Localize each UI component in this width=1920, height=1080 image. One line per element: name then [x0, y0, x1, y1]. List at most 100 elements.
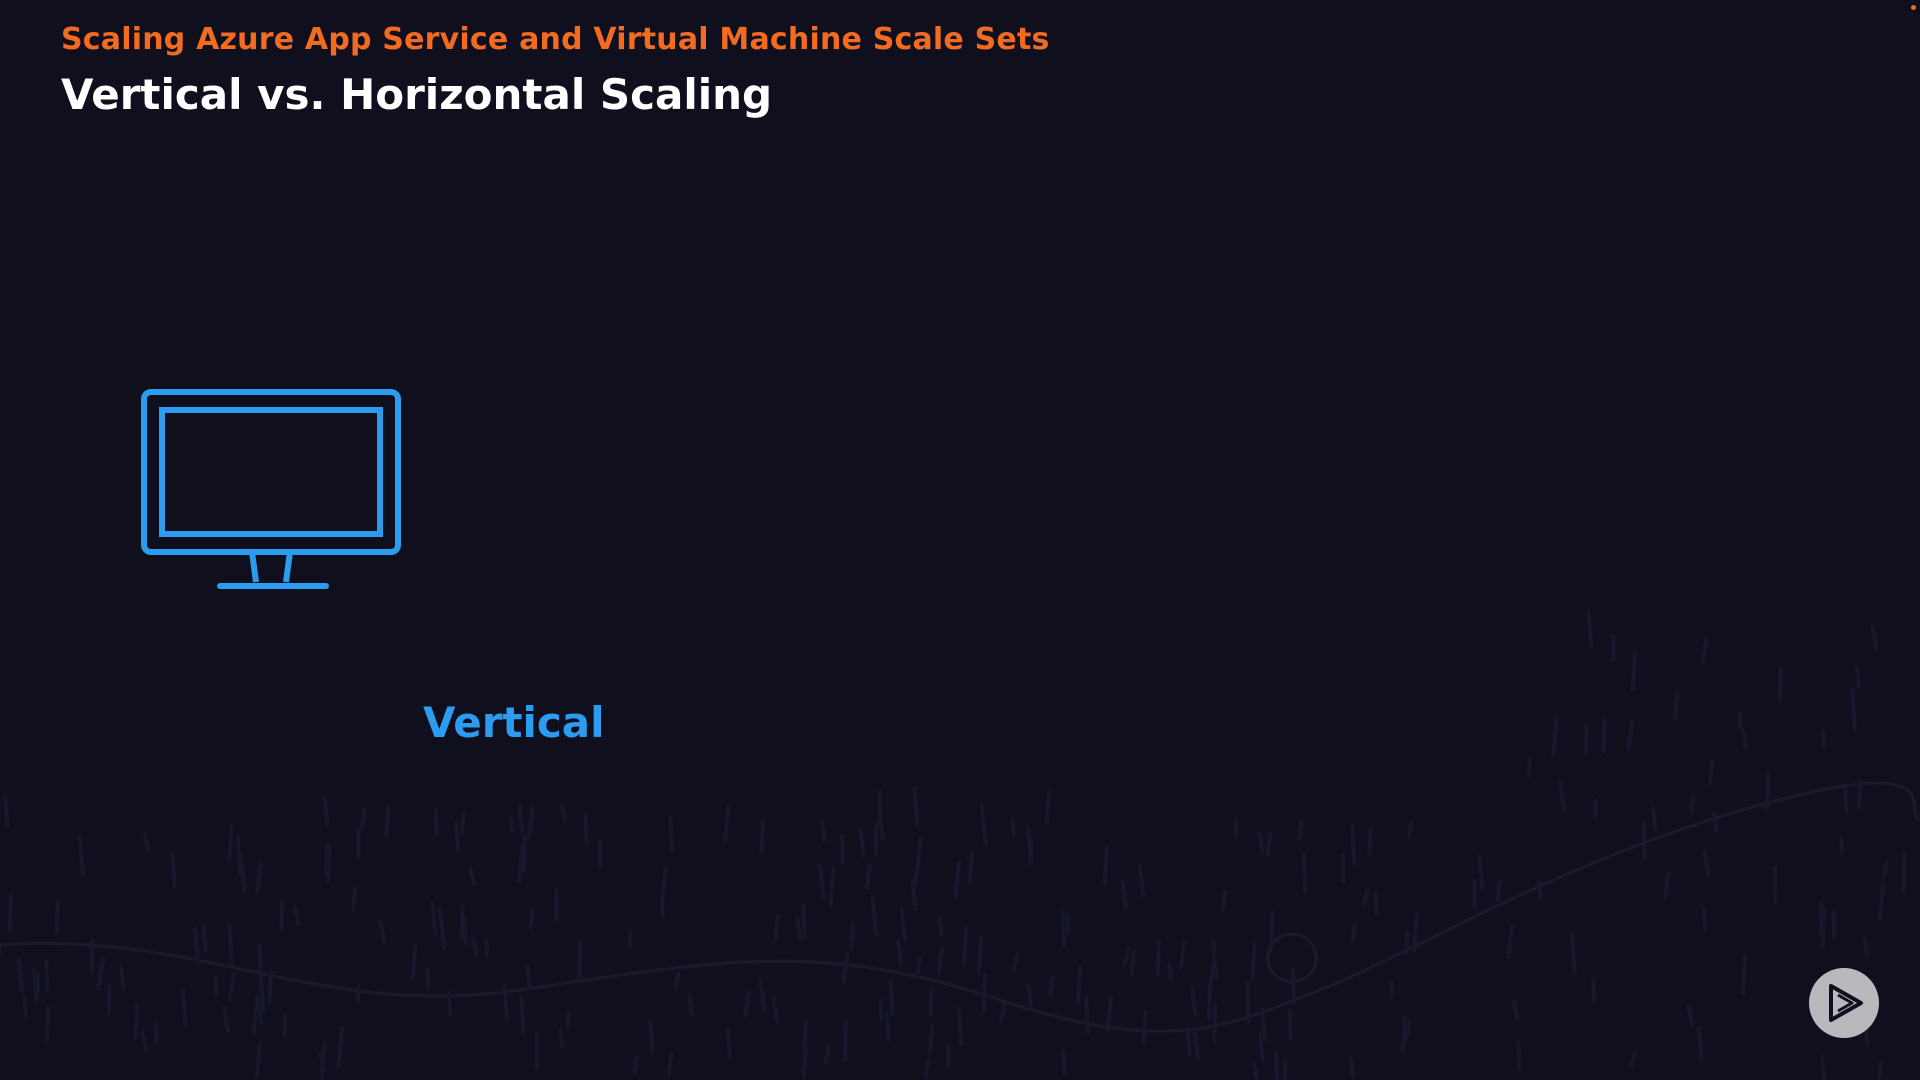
- background-dash: [238, 852, 247, 893]
- background-dash: [864, 863, 873, 890]
- background-dash: [1105, 995, 1113, 1033]
- background-dash: [254, 1041, 262, 1079]
- background-dash: [801, 903, 807, 939]
- background-dash: [1250, 942, 1257, 981]
- background-dash: [89, 939, 95, 975]
- background-dash: [454, 821, 461, 853]
- background-dash: [962, 925, 969, 967]
- background-dash: [1740, 952, 1747, 996]
- background-dash: [1601, 717, 1607, 754]
- background-dash: [1593, 798, 1598, 818]
- background-dash: [180, 988, 188, 1027]
- background-dash: [1026, 982, 1033, 1010]
- background-dash: [858, 827, 866, 858]
- background-dash: [438, 905, 446, 950]
- background-dash: [1629, 1049, 1637, 1069]
- background-dash: [359, 807, 367, 832]
- background-dash: [923, 1057, 931, 1080]
- background-dash: [841, 951, 850, 984]
- background-dash: [324, 842, 330, 875]
- background-dash: [1526, 756, 1533, 778]
- background-dash: [877, 805, 885, 841]
- background-dash: [1551, 714, 1559, 757]
- background-dash: [1122, 947, 1131, 968]
- background-dash: [1850, 688, 1857, 731]
- background-dash: [773, 914, 780, 943]
- background-dash: [319, 1041, 327, 1080]
- background-dash: [1206, 982, 1213, 1021]
- background-dash: [1282, 1057, 1288, 1080]
- background-dash: [292, 905, 301, 927]
- background-dash: [1084, 994, 1090, 1035]
- background-dash: [227, 823, 234, 863]
- background-dash: [884, 1010, 891, 1042]
- background-dash: [527, 805, 535, 841]
- background-dash: [22, 997, 28, 1019]
- background-dash: [801, 1045, 809, 1079]
- background-dash: [378, 918, 387, 945]
- background-dash: [1877, 1059, 1883, 1080]
- background-dash: [1877, 883, 1885, 921]
- background-dash: [1349, 1056, 1355, 1079]
- background-dash: [1411, 911, 1419, 955]
- background-dash: [201, 924, 208, 953]
- play-button[interactable]: [1809, 968, 1879, 1038]
- background-dash: [668, 815, 675, 854]
- background-dash: [557, 1028, 565, 1050]
- background-dash: [471, 936, 479, 957]
- background-dash: [1820, 1055, 1826, 1080]
- background-dash: [565, 1010, 571, 1029]
- background-dash: [1511, 999, 1520, 1022]
- background-dash: [1190, 986, 1197, 1016]
- background-dash: [236, 834, 243, 876]
- background-dash: [666, 1052, 674, 1078]
- background-dash: [1302, 852, 1308, 895]
- background-dash: [140, 1030, 149, 1054]
- background-dash: [1076, 966, 1082, 1006]
- background-dash: [1233, 817, 1239, 838]
- background-dash: [795, 916, 803, 942]
- background-dash: [1630, 651, 1637, 691]
- background-dash: [849, 930, 856, 951]
- background-dash: [97, 955, 106, 987]
- background-dash: [1772, 865, 1778, 905]
- slide: Scaling Azure App Service and Virtual Ma…: [0, 0, 1920, 1080]
- background-dash: [1689, 793, 1696, 815]
- corner-dot: [1911, 5, 1916, 10]
- background-dash: [981, 972, 988, 1014]
- background-dash: [1700, 636, 1709, 665]
- background-dash: [119, 965, 126, 990]
- background-dash: [31, 967, 39, 1002]
- background-dash: [1477, 854, 1485, 891]
- monitor-icon: [141, 389, 401, 589]
- background-dash: [255, 994, 264, 1024]
- background-dash: [828, 864, 836, 908]
- background-dash: [1516, 1041, 1522, 1072]
- background-dash: [192, 926, 201, 965]
- background-dash: [723, 804, 731, 843]
- background-dash: [267, 970, 273, 1005]
- background-dash: [323, 796, 330, 826]
- background-dash: [1862, 935, 1869, 957]
- background-dash: [1881, 860, 1889, 879]
- background-dash: [576, 940, 583, 982]
- background-dash: [583, 812, 589, 846]
- background-dash: [1028, 838, 1034, 863]
- background-dash: [1820, 907, 1826, 949]
- background-dash: [1820, 728, 1827, 750]
- background-dash: [1702, 849, 1710, 878]
- background-dash: [899, 907, 908, 943]
- background-dash: [468, 865, 477, 886]
- background-dash: [1258, 1031, 1265, 1063]
- background-dash: [459, 811, 466, 836]
- background-dash: [3, 793, 10, 828]
- background-dash: [687, 992, 694, 1017]
- background-dash: [1274, 1050, 1280, 1080]
- background-dash: [1141, 1009, 1148, 1045]
- background-dash: [1854, 664, 1861, 689]
- background-dash: [522, 833, 527, 873]
- background-dash: [213, 976, 219, 997]
- background-dash: [355, 984, 361, 1003]
- background-dash: [384, 805, 391, 839]
- background-dash: [912, 785, 920, 828]
